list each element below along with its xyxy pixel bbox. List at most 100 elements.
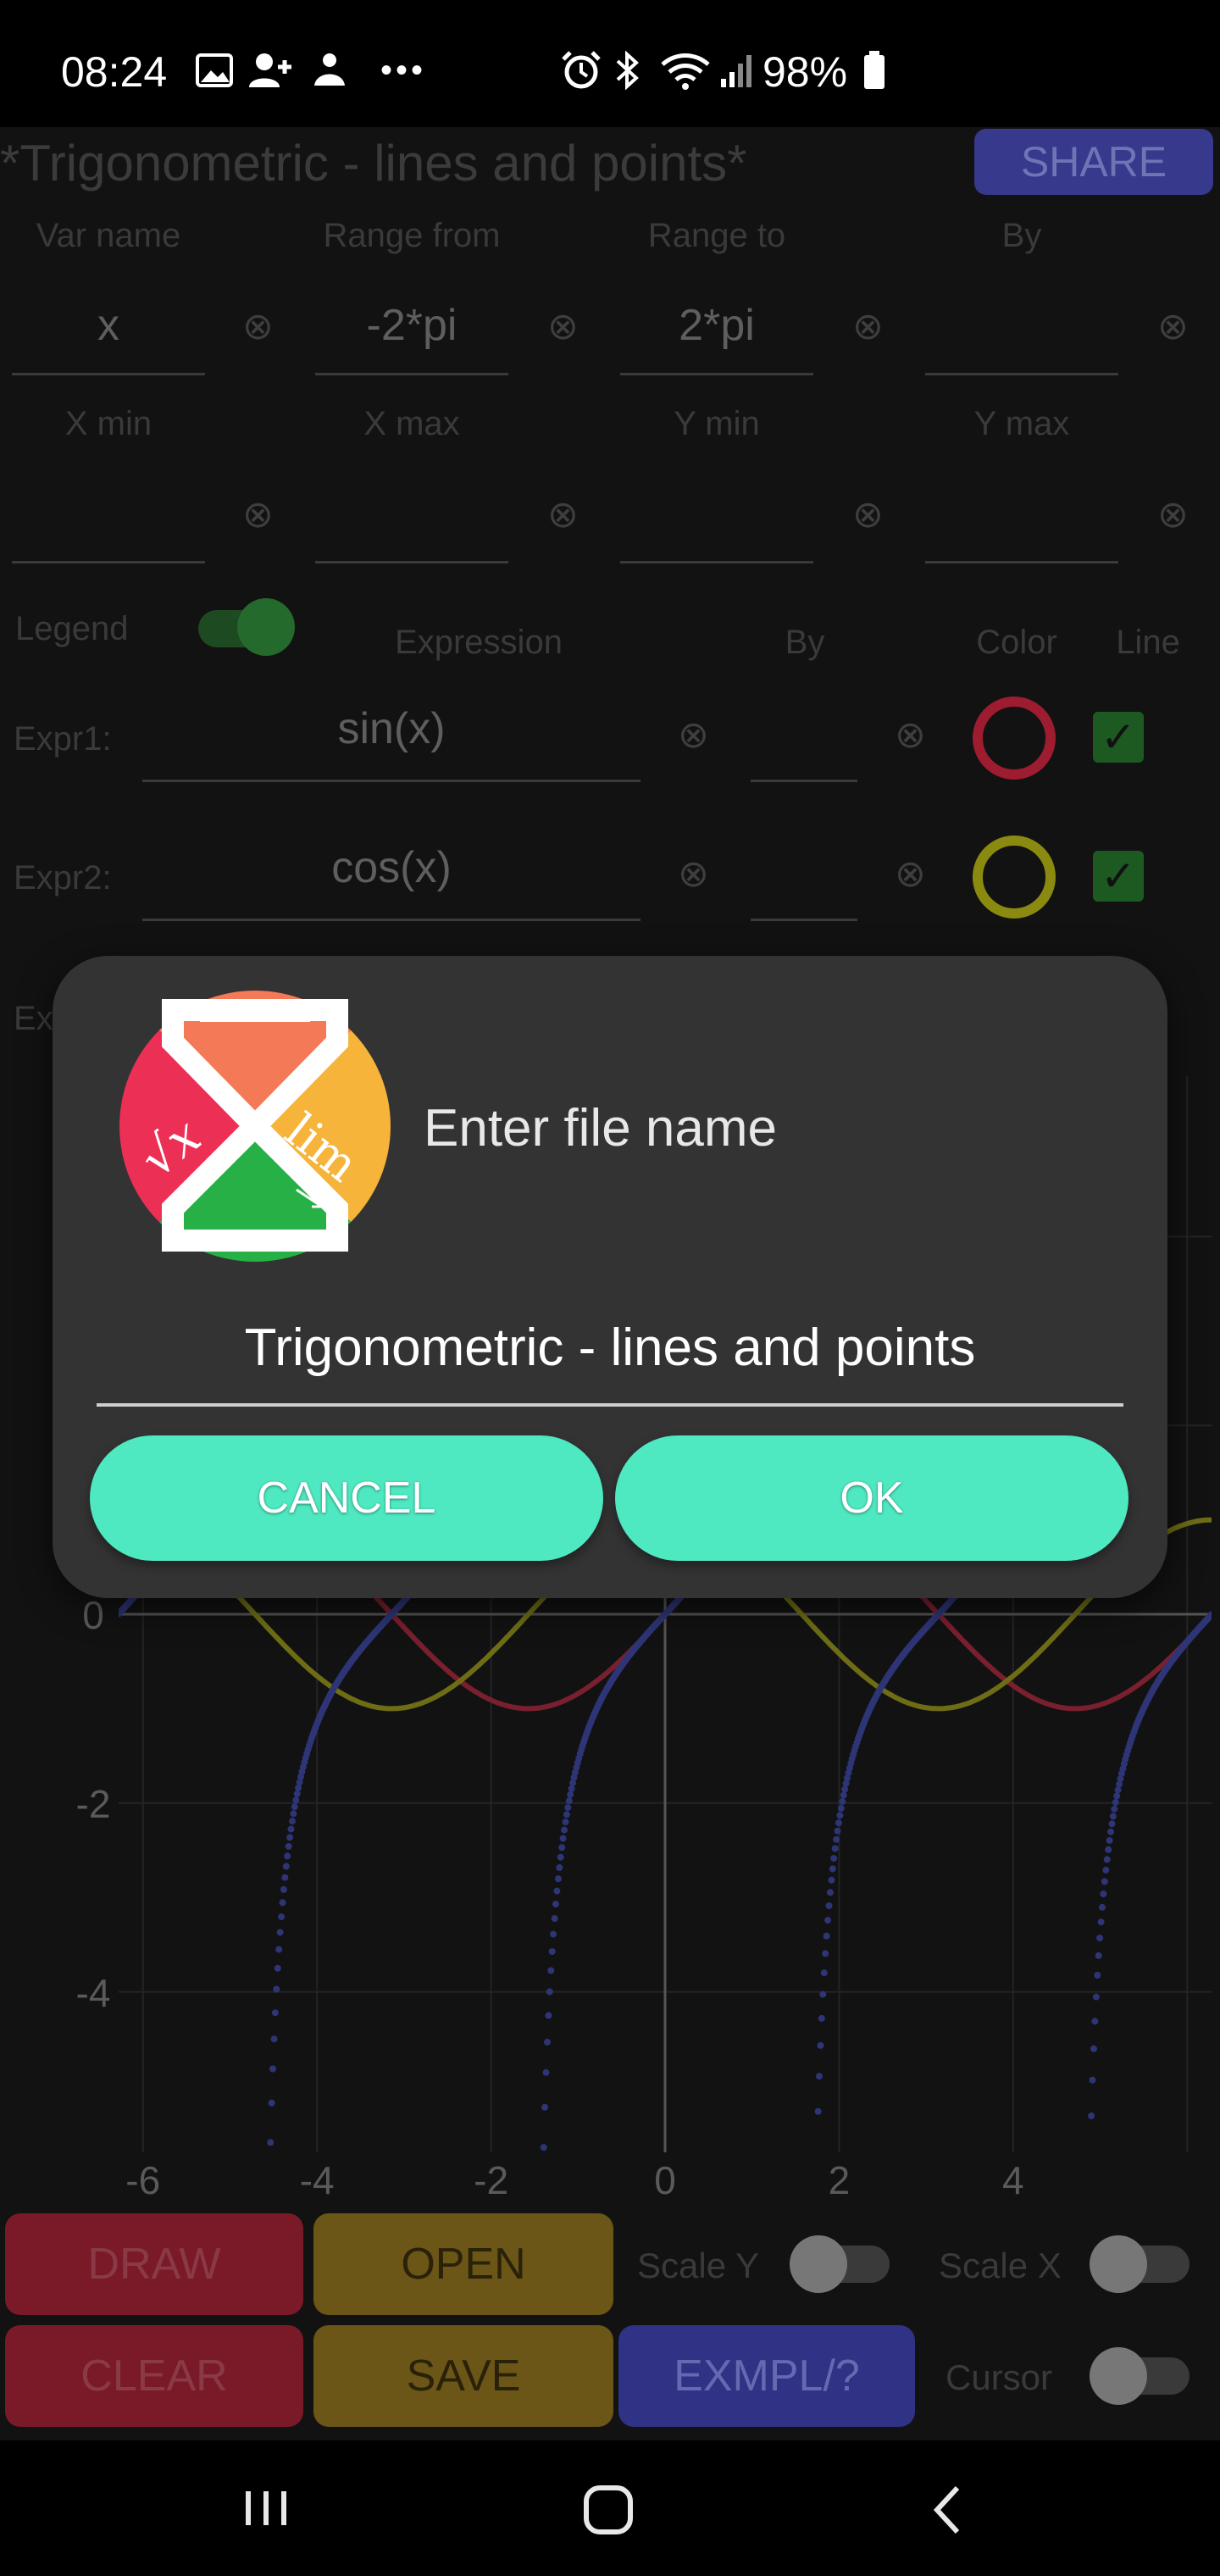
legend-label: Legend (15, 610, 129, 647)
series-tanx-point (559, 1835, 567, 1842)
y-max-input[interactable] (925, 488, 1118, 564)
signal-icon (717, 51, 756, 90)
clear-y-max-icon[interactable]: ⊗ (1157, 493, 1189, 536)
battery-icon (857, 51, 891, 90)
clear-expr1-by-icon[interactable]: ⊗ (895, 713, 926, 757)
y-tick-label: -2 (75, 1781, 111, 1826)
series-tanx-point (816, 2073, 823, 2080)
y-min-input[interactable] (620, 488, 813, 564)
clear-button[interactable]: CLEAR (5, 2325, 303, 2427)
x-tick-label: 0 (654, 2158, 676, 2202)
series-tanx-point (1114, 1786, 1122, 1794)
by-input[interactable] (925, 300, 1118, 375)
scale-x-toggle-thumb[interactable] (1090, 2235, 1147, 2293)
expr1-line-checkbox[interactable]: ✓ (1093, 712, 1144, 763)
series-tanx-point (286, 1834, 294, 1841)
assistant-icon (308, 51, 351, 90)
cancel-button[interactable]: CANCEL (90, 1435, 603, 1561)
clear-by-icon[interactable]: ⊗ (1157, 305, 1189, 348)
series-tanx-point (1100, 1890, 1107, 1897)
expr2-label: Expr2: (14, 859, 112, 897)
expr3-label: Ex (14, 1000, 53, 1037)
cursor-label: Cursor (946, 2357, 1053, 2397)
series-tanx-point (563, 1811, 570, 1818)
scale-y-toggle-thumb[interactable] (790, 2235, 847, 2293)
series-tanx-point (835, 1819, 842, 1827)
series-tanx-point (541, 2103, 549, 2111)
home-icon[interactable] (581, 2483, 635, 2541)
color-header: Color (976, 624, 1057, 661)
open-button[interactable]: OPEN (313, 2213, 613, 2315)
clear-x-min-icon[interactable]: ⊗ (242, 493, 274, 536)
series-tanx-point (557, 1853, 564, 1861)
clear-var-name-icon[interactable]: ⊗ (242, 305, 274, 348)
expr2-line-checkbox[interactable]: ✓ (1093, 851, 1144, 902)
clear-x-max-icon[interactable]: ⊗ (547, 493, 579, 536)
clear-range-from-icon[interactable]: ⊗ (547, 305, 579, 348)
series-tanx-point (281, 1874, 289, 1881)
x-min-input[interactable] (12, 488, 205, 564)
series-tanx-point (1103, 1856, 1111, 1863)
range-to-input[interactable]: 2*pi (620, 300, 813, 375)
clear-expr2-by-icon[interactable]: ⊗ (895, 852, 926, 896)
draw-button[interactable]: DRAW (5, 2213, 303, 2315)
page-title: *Trigonometric - lines and points* (0, 135, 747, 192)
expr1-by-input[interactable] (751, 703, 857, 782)
save-button[interactable]: SAVE (313, 2325, 613, 2427)
series-tanx-point (831, 1845, 839, 1852)
legend-toggle-thumb[interactable] (237, 598, 295, 656)
clear-expr1-icon[interactable]: ⊗ (678, 713, 709, 757)
range-from-input[interactable]: -2*pi (315, 300, 508, 375)
series-tanx-point (1091, 2018, 1099, 2025)
expr2-color-picker[interactable] (973, 836, 1056, 919)
series-tanx-point (834, 1827, 841, 1835)
series-tanx-point (826, 1889, 834, 1896)
series-tanx-point (833, 1835, 840, 1843)
series-tanx-point (841, 1785, 849, 1793)
series-tanx-point (840, 1791, 847, 1799)
share-button[interactable]: SHARE (974, 129, 1213, 195)
cursor-toggle-thumb[interactable] (1090, 2347, 1147, 2405)
series-tanx-point (548, 1948, 556, 1955)
expr2-input[interactable]: cos(x) (142, 842, 640, 921)
series-tanx-point (1113, 1792, 1121, 1800)
series-tanx-point (269, 2065, 276, 2073)
clear-y-min-icon[interactable]: ⊗ (852, 493, 884, 536)
back-icon[interactable] (923, 2483, 974, 2541)
series-tanx-point (270, 2035, 278, 2043)
series-tanx-point (276, 1929, 284, 1936)
series-tanx-point (1095, 1951, 1102, 1959)
expr1-color-picker[interactable] (973, 697, 1056, 780)
examples-help-button[interactable]: EXMPL/? (618, 2325, 915, 2427)
ok-button[interactable]: OK (615, 1435, 1128, 1561)
series-tanx-point (829, 1865, 836, 1873)
y-tick-label: 0 (82, 1593, 104, 1637)
series-tanx-point (546, 1988, 553, 1996)
series-tanx-point (556, 1864, 563, 1871)
var-name-input[interactable]: x (12, 300, 205, 375)
expr-by-header: By (785, 624, 825, 661)
wifi-icon (657, 51, 713, 90)
range-to-label: Range to (647, 217, 786, 254)
more-notifications-icon: ••• (380, 51, 426, 89)
x-max-input[interactable] (315, 488, 508, 564)
expr1-input[interactable]: sin(x) (142, 703, 640, 782)
series-tanx-point (825, 1902, 833, 1909)
expr2-by-input[interactable] (751, 842, 857, 921)
y-min-label: Y min (674, 405, 760, 442)
series-tanx-point (822, 1950, 829, 1957)
file-name-input[interactable]: Trigonometric - lines and points (97, 1302, 1123, 1407)
clear-range-to-icon[interactable]: ⊗ (852, 305, 884, 348)
recent-apps-icon[interactable] (241, 2483, 291, 2538)
series-tanx-point (1092, 1993, 1100, 2001)
series-tanx-point (837, 1805, 845, 1812)
clear-expr2-icon[interactable]: ⊗ (678, 852, 709, 896)
series-tanx-point (551, 1915, 558, 1923)
battery-percent: 98% (762, 48, 848, 96)
series-tanx-point (1094, 1972, 1101, 1979)
series-tanx-point (561, 1826, 568, 1834)
series-tanx-point (836, 1812, 844, 1819)
series-tanx-point (564, 1804, 572, 1812)
expr1-label: Expr1: (14, 720, 112, 758)
series-tanx-point (280, 1885, 287, 1893)
